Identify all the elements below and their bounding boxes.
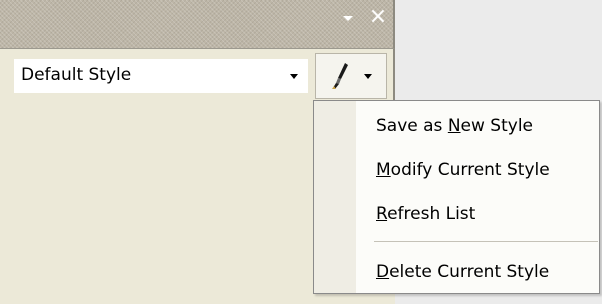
style-toolbar: Default Style xyxy=(0,49,395,101)
menu-item-delete-current-style[interactable]: Delete Current Style xyxy=(356,255,599,291)
panel-titlebar[interactable]: × xyxy=(0,0,395,49)
chevron-down-icon xyxy=(364,74,372,79)
menu-item-modify-current-style[interactable]: Modify Current Style xyxy=(356,153,599,189)
menu-item-label: Modify Current Style xyxy=(376,160,550,180)
panel-options-chevron-down-icon[interactable] xyxy=(343,16,353,21)
style-combo-box[interactable]: Default Style xyxy=(14,59,308,93)
menu-separator xyxy=(374,241,598,242)
menu-item-label: Save as New Style xyxy=(376,116,533,136)
close-icon[interactable]: × xyxy=(365,2,391,32)
chevron-down-icon[interactable] xyxy=(290,74,298,79)
menu-item-save-as-new-style[interactable]: Save as New Style xyxy=(356,109,599,145)
paintbrush-icon xyxy=(332,63,348,89)
style-menu-button[interactable] xyxy=(315,53,387,99)
style-combo-value: Default Style xyxy=(21,65,132,85)
menu-item-refresh-list[interactable]: Refresh List xyxy=(356,197,599,233)
style-dropdown-menu: Save as New Style Modify Current Style R… xyxy=(313,100,600,294)
menu-item-label: Delete Current Style xyxy=(376,262,550,282)
menu-icon-gutter xyxy=(314,101,356,293)
menu-item-label: Refresh List xyxy=(376,204,476,224)
